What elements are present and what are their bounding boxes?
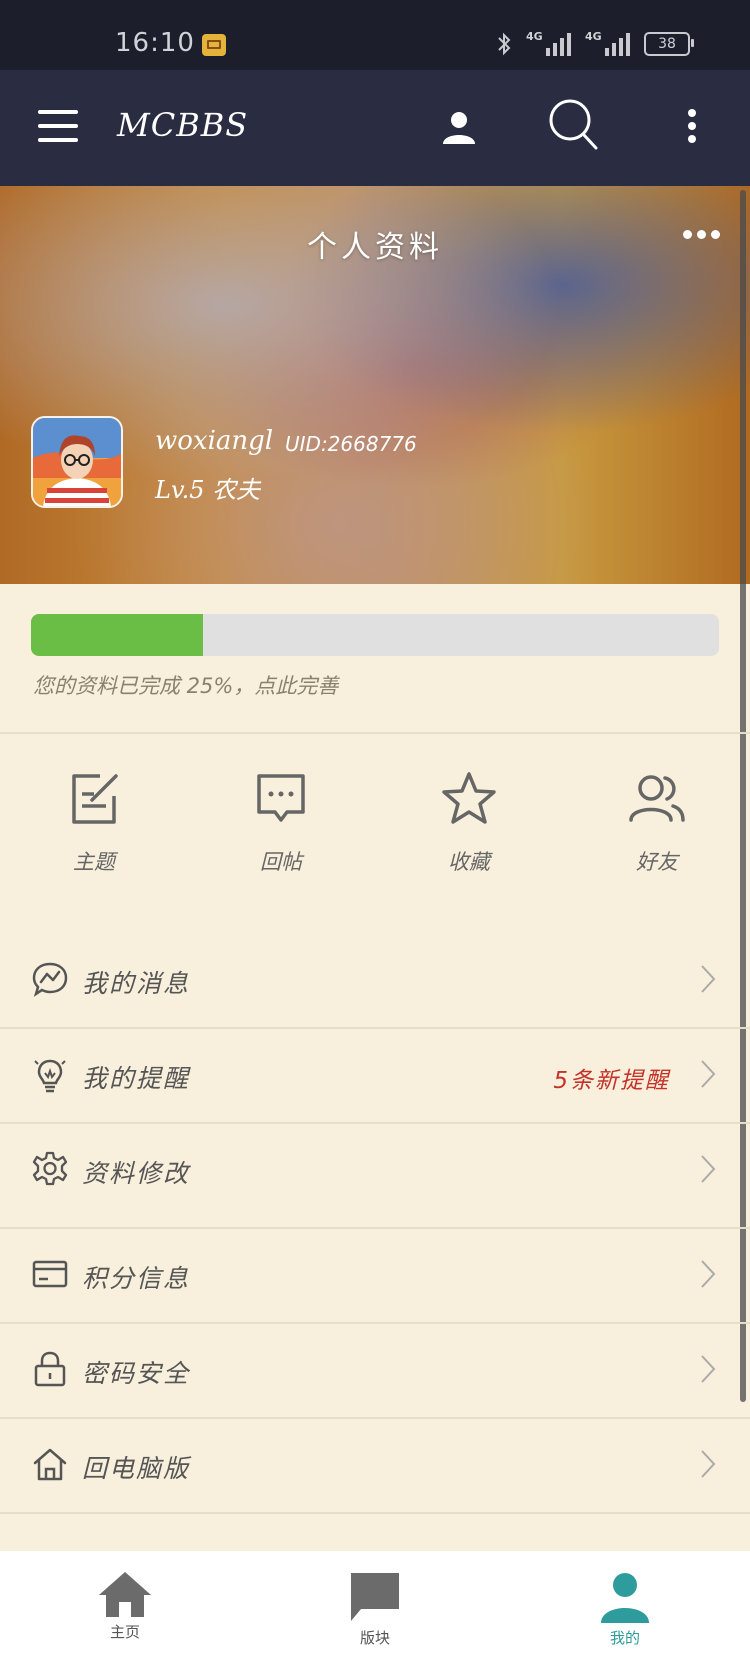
menu-item-password-security[interactable]: 密码安全: [0, 1324, 750, 1418]
menu-item-points[interactable]: 积分信息: [0, 1229, 750, 1323]
quick-action-label: 收藏: [448, 850, 490, 874]
chevron-right-icon: [701, 1155, 716, 1183]
quick-action-friends[interactable]: 好友: [582, 770, 732, 876]
status-bar: 16:10 4G 4G 38: [0, 0, 750, 70]
signal-label-1: 4G: [526, 30, 543, 43]
mail-notification-icon: [202, 34, 226, 56]
profile-header: 个人资料 woxiangl UID:2668776 Lv.5 农夫: [0, 186, 750, 584]
bluetooth-icon: [498, 32, 511, 56]
quick-action-label: 回帖: [260, 850, 302, 874]
app-bar: MCBBS: [0, 70, 750, 186]
nav-tab-label: 主页: [109, 1623, 140, 1641]
nav-tab-label: 我的: [609, 1629, 640, 1647]
signal-icon-1: 4G: [526, 30, 571, 56]
gear-icon: [32, 1151, 68, 1186]
menu-item-messages[interactable]: 我的消息: [0, 934, 750, 1028]
quick-action-threads[interactable]: 主题: [19, 770, 169, 876]
chevron-right-icon: [701, 1355, 716, 1383]
star-icon: [442, 772, 496, 824]
profile-completion-bar[interactable]: [31, 614, 719, 656]
menu-item-label: 积分信息: [82, 1264, 191, 1293]
quick-action-label: 好友: [636, 850, 678, 874]
menu-item-label: 回电脑版: [82, 1454, 191, 1483]
chevron-right-icon: [701, 1060, 716, 1088]
signal-icon-2: 4G: [585, 30, 630, 56]
lock-icon: [34, 1351, 66, 1387]
divider: [0, 1512, 750, 1514]
search-icon[interactable]: [548, 98, 600, 156]
nav-tab-me[interactable]: 我的: [500, 1551, 750, 1667]
avatar[interactable]: [31, 416, 123, 508]
more-horiz-icon[interactable]: [683, 230, 720, 239]
reminder-count-badge: 5条新提醒: [553, 1068, 670, 1094]
nav-tab-forums[interactable]: 版块: [250, 1551, 500, 1667]
profile-completion-fill: [31, 614, 203, 656]
menu-item-desktop-version[interactable]: 回电脑版: [0, 1419, 750, 1513]
chevron-right-icon: [701, 1450, 716, 1478]
nav-tab-label: 版块: [359, 1629, 390, 1647]
edit-icon: [72, 774, 118, 824]
menu-icon[interactable]: [38, 110, 78, 144]
profile-icon[interactable]: [440, 108, 478, 150]
comment-icon: [257, 774, 305, 822]
menu-item-label: 我的提醒: [82, 1064, 191, 1093]
status-indicators: 4G 4G 38: [496, 30, 694, 56]
chevron-right-icon: [701, 1260, 716, 1288]
menu-item-label: 资料修改: [82, 1159, 191, 1188]
menu-item-edit-profile[interactable]: 资料修改: [0, 1124, 750, 1218]
friends-icon: [629, 775, 685, 822]
chevron-right-icon: [701, 965, 716, 993]
card-icon: [32, 1260, 68, 1288]
forum-icon: [351, 1573, 399, 1621]
menu-item-reminders[interactable]: 我的提醒 5条新提醒: [0, 1029, 750, 1123]
signal-label-2: 4G: [585, 30, 602, 43]
quick-action-favorites[interactable]: 收藏: [394, 770, 544, 876]
quick-action-label: 主题: [73, 850, 115, 874]
quick-action-replies[interactable]: 回帖: [206, 770, 356, 876]
status-time: 16:10: [115, 28, 195, 58]
menu-item-label: 密码安全: [82, 1359, 191, 1388]
person-icon: [601, 1573, 649, 1623]
profile-completion-text[interactable]: 您的资料已完成 25%，点此完善: [33, 670, 338, 700]
bulb-icon: [34, 1059, 66, 1093]
battery-icon: 38: [644, 32, 694, 56]
home-icon: [99, 1572, 151, 1617]
divider: [0, 732, 750, 734]
home-outline-icon: [33, 1448, 67, 1481]
menu-item-label: 我的消息: [82, 969, 191, 998]
nav-tab-home[interactable]: 主页: [0, 1551, 250, 1667]
bottom-nav: 主页 版块 我的: [0, 1551, 750, 1667]
more-vert-icon[interactable]: [686, 108, 698, 148]
app-title: MCBBS: [117, 106, 249, 144]
page-title: 个人资料: [307, 230, 443, 265]
user-level: Lv.5 农夫: [155, 476, 261, 504]
scrollbar[interactable]: [740, 190, 746, 1402]
username: woxiangl: [155, 426, 274, 456]
user-uid: UID:2668776: [285, 432, 417, 456]
message-icon: [32, 962, 68, 997]
